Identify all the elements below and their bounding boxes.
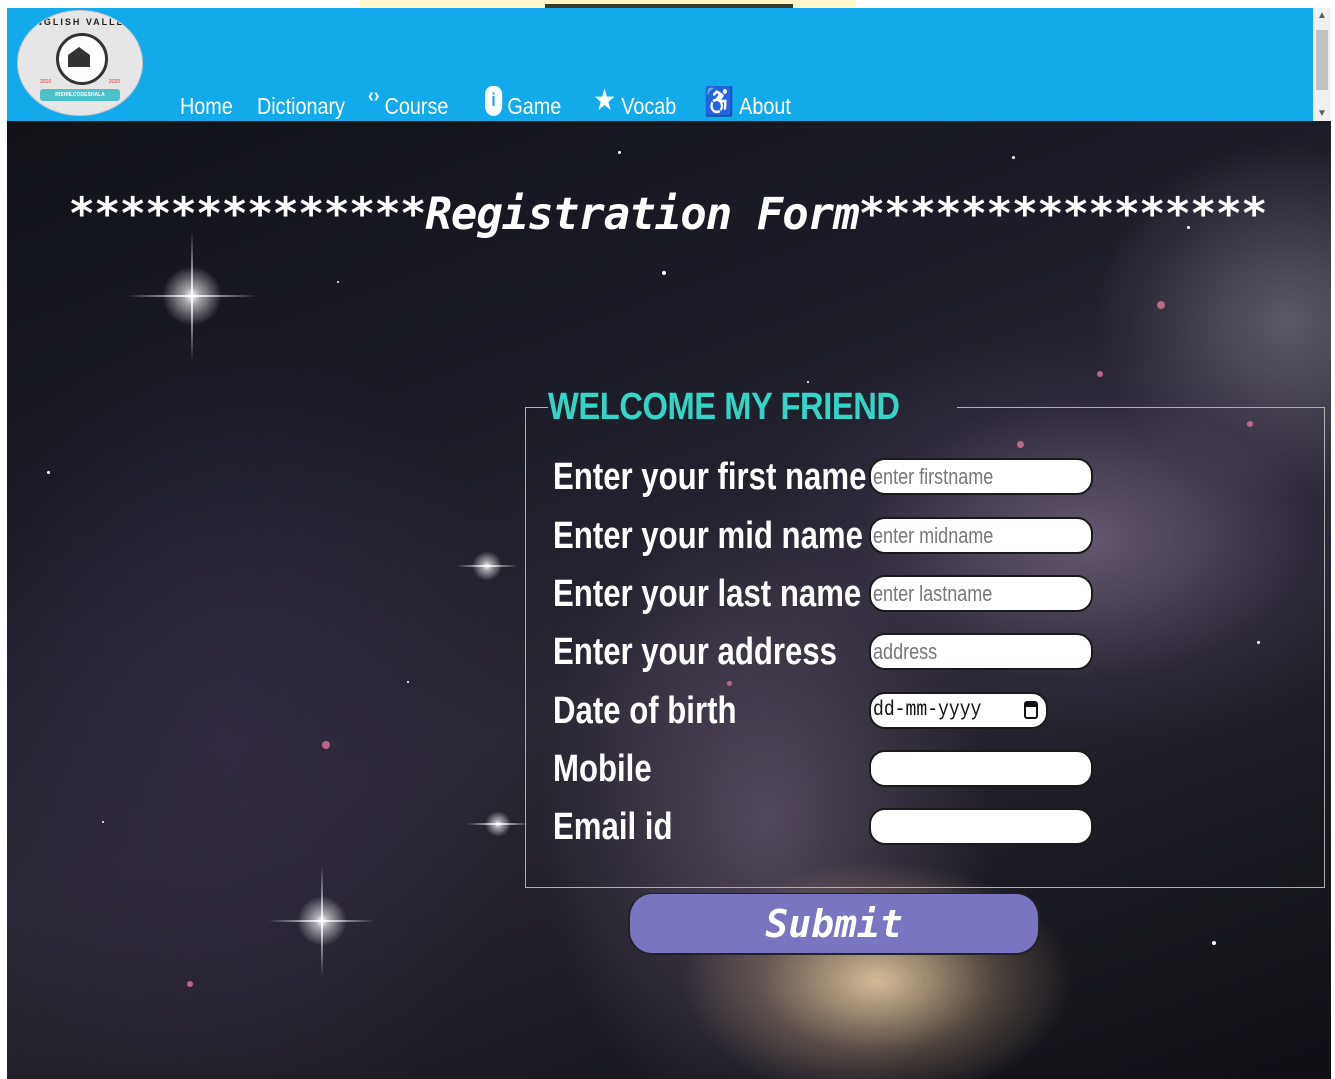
mid-name-placeholder: enter midname	[873, 523, 994, 548]
star-icon: ★	[593, 84, 617, 117]
small-star	[1212, 941, 1216, 945]
dob-label: Date of birth	[553, 690, 737, 732]
address-label: Enter your address	[553, 631, 838, 673]
dob-placeholder: dd-mm-yyyy	[873, 699, 982, 722]
scrollbar[interactable]: ▲ ▼	[1313, 8, 1331, 121]
nav-vocab[interactable]: ★ Vocab	[593, 80, 676, 120]
email-label: Email id	[553, 806, 673, 848]
scroll-down-arrow-icon[interactable]: ▼	[1317, 108, 1327, 119]
form-legend: WELCOME MY FRIEND	[548, 386, 900, 428]
nav-home[interactable]: Home	[180, 80, 233, 120]
mid-name-label: Enter your mid name	[553, 515, 863, 557]
code-icon: ‹›	[368, 85, 380, 107]
last-name-placeholder: enter lastname	[873, 581, 993, 606]
dob-date-input[interactable]: dd-mm-yyyy	[869, 692, 1048, 729]
small-star	[47, 471, 50, 474]
logo-year-right: 2020	[108, 79, 120, 85]
nav-about[interactable]: ♿ About	[704, 80, 791, 120]
small-star	[618, 151, 621, 154]
mobile-input[interactable]	[869, 750, 1093, 787]
nav-game[interactable]: i Game	[485, 80, 561, 120]
page-title: **************Registration Form*********…	[68, 189, 1267, 241]
small-star	[102, 821, 104, 823]
star-spike	[321, 866, 323, 976]
first-name-placeholder: enter firstname	[873, 464, 994, 489]
mid-name-input[interactable]: enter midname	[869, 517, 1093, 554]
email-input[interactable]	[869, 808, 1093, 845]
star-spike	[467, 823, 529, 825]
address-placeholder: address	[873, 639, 938, 664]
logo-year-left: 2010	[40, 79, 52, 85]
nav-course[interactable]: ‹› Course	[368, 80, 448, 120]
first-name-label: Enter your first name	[553, 456, 867, 498]
address-input[interactable]: address	[869, 633, 1093, 670]
shield-info-icon: i	[485, 86, 503, 116]
last-name-input[interactable]: enter lastname	[869, 575, 1093, 612]
star-spike	[191, 231, 193, 361]
navbar: ENGLISH VALLEY 2010 2020 RISHIILCODESHAL…	[7, 8, 1313, 121]
right-edge	[1331, 8, 1335, 1079]
small-star	[662, 271, 666, 275]
nav-home-label: Home	[180, 93, 233, 119]
logo-arc-text: ENGLISH VALLEY	[27, 17, 133, 27]
small-star	[1012, 156, 1015, 159]
small-star	[407, 681, 409, 683]
mobile-label: Mobile	[553, 748, 652, 790]
logo-years: 2010 2020	[40, 79, 120, 85]
top-strip	[0, 0, 1335, 8]
small-star	[807, 381, 809, 383]
small-star	[337, 281, 339, 283]
first-name-input[interactable]: enter firstname	[869, 458, 1093, 495]
calendar-icon[interactable]	[1024, 701, 1038, 719]
nebula-dot	[187, 981, 193, 987]
nav-about-label: About	[739, 93, 791, 119]
nebula-dot	[1157, 301, 1165, 309]
nebula-dot	[322, 741, 330, 749]
nebula-dot	[1097, 371, 1103, 377]
left-edge	[0, 8, 7, 1079]
star-spike	[457, 565, 517, 567]
scroll-thumb[interactable]	[1316, 30, 1328, 90]
site-logo[interactable]: ENGLISH VALLEY 2010 2020 RISHIILCODESHAL…	[17, 10, 143, 116]
nav-dictionary-label: Dictionary	[257, 93, 345, 119]
nav-game-label: Game	[507, 93, 562, 119]
accessibility-icon: ♿	[704, 86, 734, 117]
nav-course-label: Course	[384, 93, 449, 119]
nav-vocab-label: Vocab	[621, 93, 677, 119]
logo-banner: RISHIILCODESHALA	[40, 89, 120, 101]
nav-dictionary[interactable]: Dictionary	[257, 80, 345, 120]
scroll-up-arrow-icon[interactable]: ▲	[1317, 10, 1327, 21]
last-name-label: Enter your last name	[553, 573, 862, 615]
submit-button[interactable]: Submit	[628, 893, 1040, 955]
